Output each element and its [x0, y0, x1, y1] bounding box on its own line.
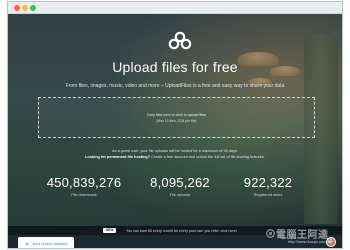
recent-uploads-tab[interactable]: ▲ Your recent uploads — [18, 237, 75, 248]
stat-label: File downloads — [71, 193, 97, 197]
hero-section: Upload files for free From files, images… — [8, 14, 342, 226]
window-titlebar — [8, 2, 342, 14]
maximize-window-button[interactable] — [30, 5, 36, 11]
stat-value: 8,095,262 — [150, 175, 210, 190]
browser-window: Upload files for free From files, images… — [7, 1, 343, 249]
new-badge: NEW — [103, 228, 117, 233]
guest-cta-text: Create a free account and unlock the ful… — [151, 155, 265, 159]
page-subtitle: From files, images, music, video and mor… — [65, 83, 285, 89]
minimize-window-button[interactable] — [22, 5, 28, 11]
stat-downloads: 450,839,276 File downloads — [34, 175, 134, 197]
close-window-button[interactable] — [14, 5, 20, 11]
stat-users: 922,322 Registered users — [218, 175, 318, 197]
watermark-logo-icon — [266, 229, 275, 238]
stat-label: File uploads — [169, 193, 191, 197]
stat-label: Registered users — [253, 193, 283, 197]
recent-uploads-label: Your recent uploads — [32, 241, 68, 246]
guest-cta: Looking for permanent file hosting? Crea… — [8, 155, 342, 159]
watermark-url: http://www.kocpc.com.tw — [288, 239, 332, 244]
arrow-up-icon: ▲ — [25, 241, 29, 246]
stat-value: 922,322 — [243, 175, 293, 190]
stat-uploads: 8,095,262 File uploads — [130, 175, 230, 197]
dropzone-limits: (Max 10 files, 2GB per file) — [156, 119, 197, 123]
dropzone-instructions: Drop files here or click to upload files — [147, 113, 206, 117]
stat-value: 450,839,276 — [46, 175, 122, 190]
cloud-logo-icon[interactable] — [168, 31, 192, 51]
guest-cta-link[interactable]: Looking for permanent file hosting? — [85, 155, 150, 159]
page-title: Upload files for free — [112, 59, 238, 75]
file-dropzone[interactable]: Drop files here or click to upload files… — [38, 97, 315, 138]
referral-notice-text[interactable]: You can earn $5 every month for every pa… — [126, 229, 237, 233]
guest-notice: As a guest user, your file uploads will … — [112, 149, 238, 153]
